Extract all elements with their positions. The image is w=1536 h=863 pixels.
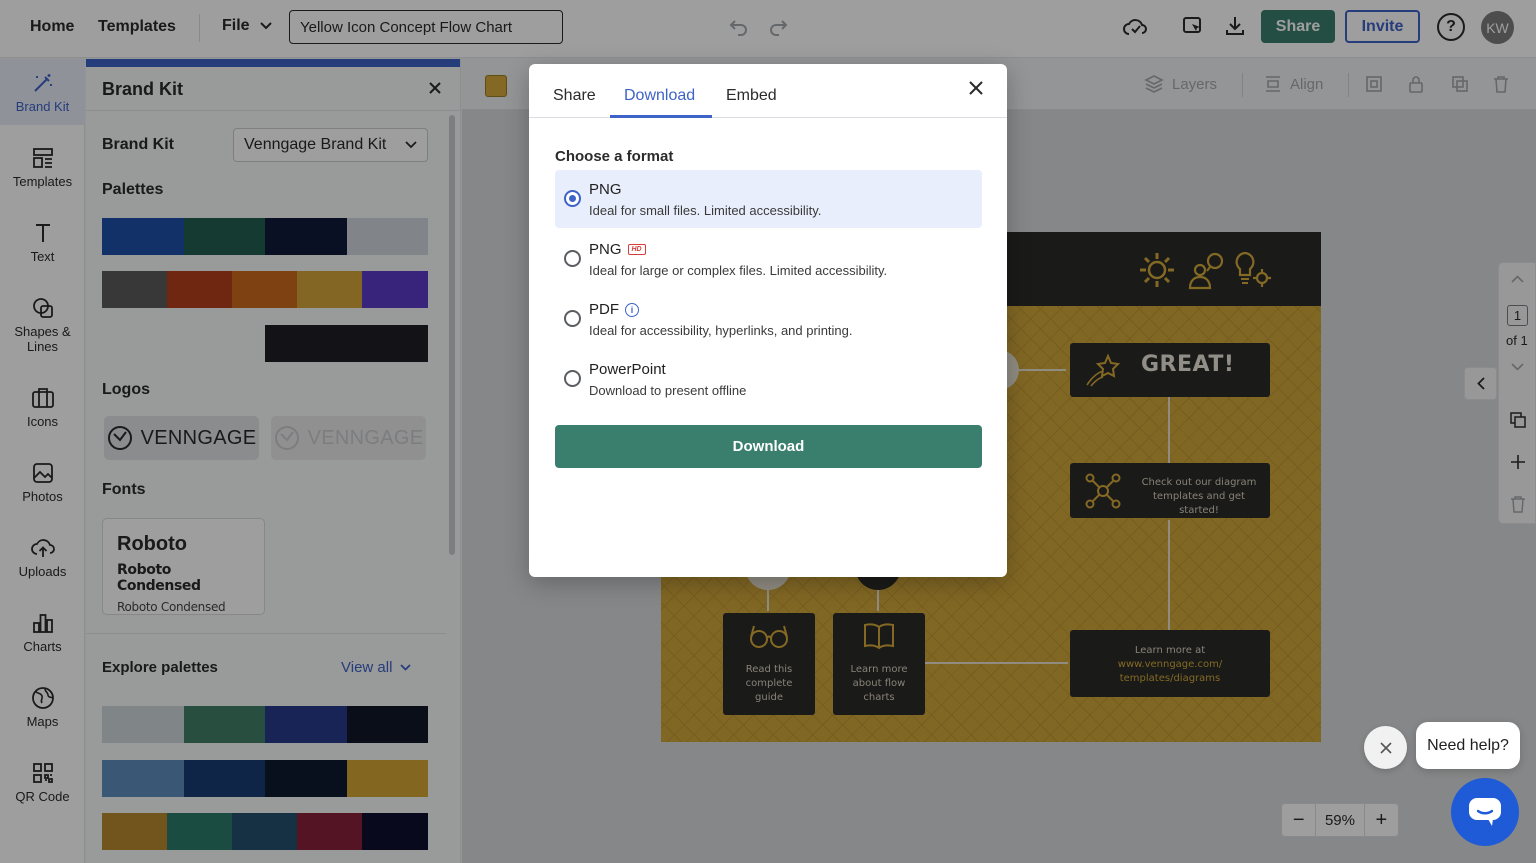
- format-description: Ideal for accessibility, hyperlinks, and…: [589, 323, 853, 338]
- close-icon: [1379, 741, 1392, 754]
- info-icon[interactable]: i: [625, 302, 639, 317]
- format-title-text: PNG: [589, 181, 622, 198]
- tab-share[interactable]: Share: [553, 87, 596, 105]
- format-title-text: PowerPoint: [589, 361, 666, 378]
- close-help-button[interactable]: [1364, 726, 1407, 769]
- format-description: Download to present offline: [589, 383, 747, 398]
- active-tab-indicator: [610, 115, 712, 118]
- radio-button[interactable]: [564, 310, 581, 327]
- format-description: Ideal for large or complex files. Limite…: [589, 263, 888, 278]
- tab-embed[interactable]: Embed: [726, 87, 777, 105]
- format-title-text: PDF: [589, 301, 619, 318]
- format-description: Ideal for small files. Limited accessibi…: [589, 203, 822, 218]
- share-download-modal: Share Download Embed Choose a format PNG…: [529, 64, 1007, 577]
- radio-button[interactable]: [564, 250, 581, 267]
- format-title: PNG HD: [589, 241, 646, 258]
- format-title-text: PNG: [589, 241, 622, 258]
- radio-button[interactable]: [564, 370, 581, 387]
- choose-format-label: Choose a format: [555, 148, 674, 165]
- format-option-pdf[interactable]: PDF i Ideal for accessibility, hyperlink…: [555, 290, 982, 348]
- format-title: PowerPoint: [589, 361, 666, 378]
- format-option-powerpoint[interactable]: PowerPoint Download to present offline: [555, 350, 982, 408]
- chat-bubble-icon: [1468, 797, 1502, 827]
- chat-button[interactable]: [1451, 778, 1519, 846]
- modal-tabs: Share Download Embed: [529, 64, 1007, 118]
- format-title: PNG: [589, 181, 622, 198]
- close-icon[interactable]: [968, 80, 984, 96]
- format-option-png-hd[interactable]: PNG HD Ideal for large or complex files.…: [555, 230, 982, 288]
- tab-download[interactable]: Download: [624, 87, 695, 105]
- download-button[interactable]: Download: [555, 425, 982, 468]
- need-help-bubble[interactable]: Need help?: [1416, 722, 1520, 769]
- radio-button[interactable]: [564, 190, 581, 207]
- format-option-png[interactable]: PNG Ideal for small files. Limited acces…: [555, 170, 982, 228]
- hd-badge: HD: [627, 244, 646, 255]
- format-title: PDF i: [589, 301, 639, 318]
